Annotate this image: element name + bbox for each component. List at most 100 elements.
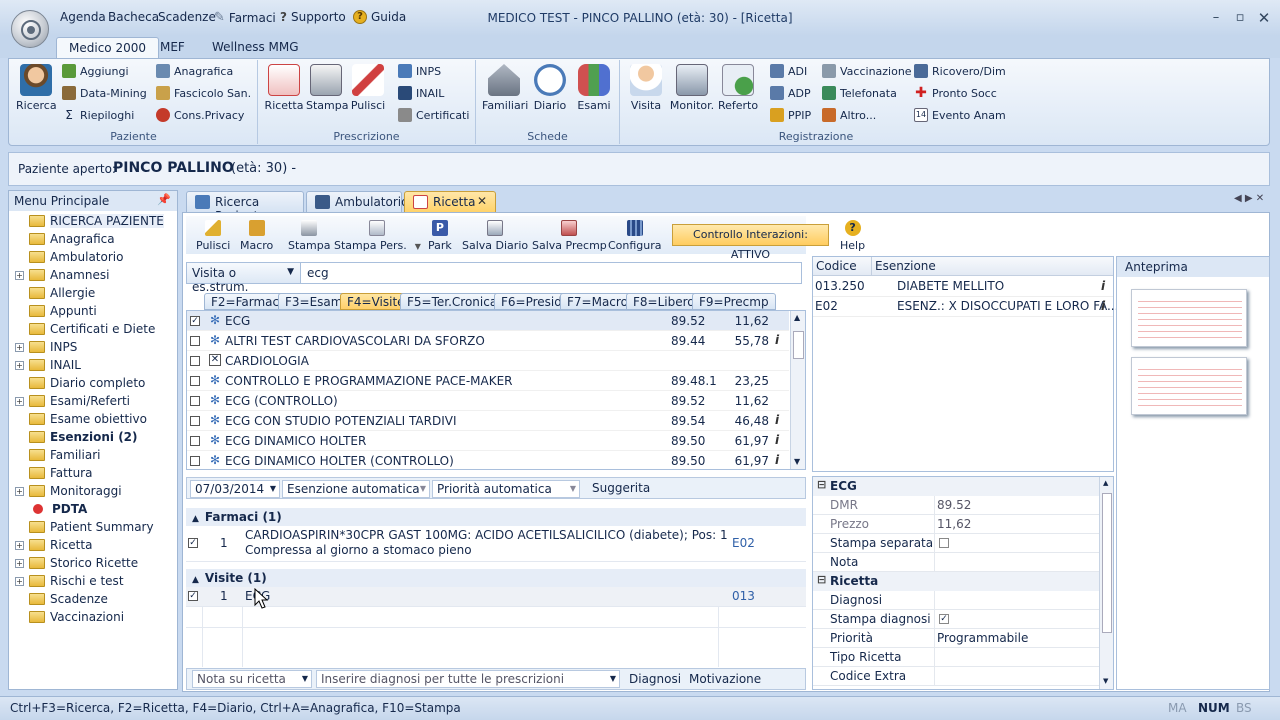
stampa-button[interactable]: Stampa: [288, 218, 330, 252]
list-item[interactable]: ✓ ✻ ECG 89.52 11,62: [187, 311, 789, 331]
sidebar-item-rischi[interactable]: + Rischi e test: [9, 572, 177, 590]
telefonata-button[interactable]: Telefonata: [822, 86, 897, 100]
sidebar-item-storico-ricette[interactable]: + Storico Ricette: [9, 554, 177, 572]
tab-ambulatorio[interactable]: Ambulatorio: [306, 191, 408, 212]
tab-ricerca-paziente[interactable]: Ricerca Paziente: [186, 191, 304, 223]
sidebar-item-inail[interactable]: + INAIL: [9, 356, 177, 374]
pronto-socc-button[interactable]: ✚ Pronto Socc: [914, 86, 997, 100]
sidebar-item-ricetta[interactable]: + Ricetta: [9, 536, 177, 554]
prop-nota[interactable]: Nota: [813, 553, 1099, 572]
results-scrollbar[interactable]: ▲ ▼: [790, 311, 805, 469]
search-input[interactable]: ecg: [307, 266, 329, 280]
sidebar-item-vaccinazioni[interactable]: Vaccinazioni: [9, 608, 177, 626]
diagnosi-input[interactable]: Inserire diagnosi per tutte le prescrizi…: [316, 670, 620, 688]
collapse-icon[interactable]: ⊟: [817, 478, 826, 491]
motivazione-button[interactable]: Motivazione: [689, 672, 761, 686]
app-menu-button[interactable]: [11, 10, 49, 48]
table-row[interactable]: 013.250 DIABETE MELLITO i: [813, 277, 1113, 297]
ppip-button[interactable]: PPIP: [770, 108, 811, 122]
riepiloghi-button[interactable]: Σ Riepiloghi: [62, 108, 134, 122]
list-item[interactable]: ✻ ECG CON STUDIO POTENZIALI TARDIVI 89.54 4…: [187, 411, 789, 431]
row-checkbox[interactable]: ✓: [188, 591, 198, 601]
controllo-interazioni-button[interactable]: Controllo Interazioni: ATTIVO: [672, 224, 829, 261]
list-item[interactable]: ✻ CONTROLLO E PROGRAMMAZIONE PACE-MAKER 89…: [187, 371, 789, 391]
sidebar-item-ambulatorio[interactable]: Ambulatorio: [9, 248, 177, 266]
row-checkbox[interactable]: [190, 356, 200, 366]
sidebar-item-pdta[interactable]: PDTA: [9, 500, 177, 518]
scroll-down-icon[interactable]: ▼: [1103, 677, 1108, 685]
priorita-select[interactable]: Priorità automatica ▼: [432, 480, 580, 498]
esenzione-select[interactable]: Esenzione automatica ▼: [282, 480, 430, 498]
referto-button[interactable]: Referto: [716, 64, 760, 112]
pulisci-ribbon-button[interactable]: Pulisci: [348, 64, 388, 112]
nota-select[interactable]: Nota su ricetta ▼: [192, 670, 312, 688]
qa-agenda[interactable]: Agenda: [60, 10, 106, 24]
scroll-up-icon[interactable]: ▲: [1103, 479, 1108, 487]
prescription-thumbnail-2[interactable]: [1131, 357, 1247, 415]
macro-button[interactable]: Macro: [240, 218, 273, 252]
close-tab-icon[interactable]: ✕: [477, 194, 487, 208]
ribbon-tab-medico2000[interactable]: Medico 2000: [56, 37, 159, 58]
sidebar-item-esame-obiettivo[interactable]: Esame obiettivo: [9, 410, 177, 428]
configura-button[interactable]: Configura: [608, 218, 662, 252]
list-item[interactable]: ✻ ECG (CONTROLLO) 89.52 11,62: [187, 391, 789, 411]
ricovero-button[interactable]: Ricovero/Dim: [914, 64, 1006, 78]
prescription-thumbnail-1[interactable]: [1131, 289, 1247, 347]
sidebar-item-familiari[interactable]: Familiari: [9, 446, 177, 464]
expand-icon[interactable]: +: [15, 540, 24, 550]
maximize-button[interactable]: ▫: [1230, 8, 1250, 28]
row-checkbox[interactable]: ✓: [190, 316, 200, 326]
tab-nav-icon[interactable]: ◀ ▶ ✕: [1234, 193, 1264, 204]
stampa-diagnosi-checkbox[interactable]: ✓: [939, 614, 949, 624]
sidebar-item-esenzioni[interactable]: Esenzioni (2): [9, 428, 177, 446]
expand-icon[interactable]: +: [15, 342, 24, 352]
fascicolo-button[interactable]: Fascicolo San.: [156, 86, 251, 100]
inps-button[interactable]: INPS: [398, 64, 441, 78]
visita-button[interactable]: Visita: [626, 64, 666, 112]
sidebar-item-appunti[interactable]: Appunti: [9, 302, 177, 320]
collapse-icon[interactable]: ▲: [192, 514, 199, 524]
adp-button[interactable]: ADP: [770, 86, 811, 100]
sidebar-item-diario[interactable]: Diario completo: [9, 374, 177, 392]
ricetta-ribbon-button[interactable]: Ricetta: [264, 64, 304, 112]
inail-button[interactable]: INAIL: [398, 86, 444, 100]
row-checkbox[interactable]: [190, 456, 200, 466]
props-category-ecg[interactable]: ⊟ ECG: [813, 477, 1099, 496]
stampa-pers-button[interactable]: Stampa Pers. ▼: [334, 218, 421, 252]
ricerca-button[interactable]: Ricerca: [16, 64, 57, 112]
info-icon[interactable]: i: [1101, 299, 1105, 313]
dropdown-arrow-icon[interactable]: ▼: [415, 242, 421, 251]
close-window-button[interactable]: ✕: [1254, 8, 1274, 28]
aggiungi-button[interactable]: Aggiungi: [62, 64, 129, 78]
table-row[interactable]: E02 ESENZ.: X DISOCCUPATI E LORO FA... i: [813, 297, 1118, 317]
prop-tipo-ricetta[interactable]: Tipo Ricetta: [813, 648, 1099, 667]
sidebar-item-allergie[interactable]: Allergie: [9, 284, 177, 302]
qa-scadenze[interactable]: Scadenze: [158, 10, 216, 24]
altro-button[interactable]: Altro...: [822, 108, 876, 122]
ribbon-tab-mef[interactable]: MEF: [148, 37, 197, 58]
info-icon[interactable]: i: [775, 333, 779, 347]
list-item[interactable]: ✕ CARDIOLOGIA: [187, 351, 789, 371]
info-icon[interactable]: i: [1101, 279, 1105, 293]
sidebar-item-fattura[interactable]: Fattura: [9, 464, 177, 482]
qa-bacheca[interactable]: Bacheca: [108, 10, 159, 24]
props-scrollbar[interactable]: ▲ ▼: [1099, 477, 1113, 689]
expand-icon[interactable]: +: [15, 270, 24, 280]
familiari-button[interactable]: Familiari: [482, 64, 528, 112]
prop-priorita[interactable]: Priorità Programmabile: [813, 629, 1099, 648]
fkey-farmaci[interactable]: F2=Farmaci: [204, 293, 290, 310]
stampa-separata-checkbox[interactable]: [939, 538, 949, 548]
sidebar-item-esami[interactable]: + Esami/Referti: [9, 392, 177, 410]
diario-button[interactable]: Diario: [528, 64, 572, 112]
evento-anam-button[interactable]: 14 Evento Anam: [914, 108, 1006, 122]
group-farmaci-header[interactable]: ▲ Farmaci (1): [186, 508, 806, 526]
sidebar-item-anagrafica[interactable]: Anagrafica: [9, 230, 177, 248]
certificati-button[interactable]: Certificati: [398, 108, 469, 122]
fkey-macro[interactable]: F7=Macro: [560, 293, 635, 310]
cons-privacy-button[interactable]: Cons.Privacy: [156, 108, 244, 122]
sidebar-item-monitoraggi[interactable]: + Monitoraggi: [9, 482, 177, 500]
salva-diario-button[interactable]: Salva Diario: [462, 218, 528, 252]
data-mining-button[interactable]: Data-Mining: [62, 86, 147, 100]
minimize-button[interactable]: –: [1206, 8, 1226, 28]
collapse-icon[interactable]: ▲: [192, 575, 199, 585]
